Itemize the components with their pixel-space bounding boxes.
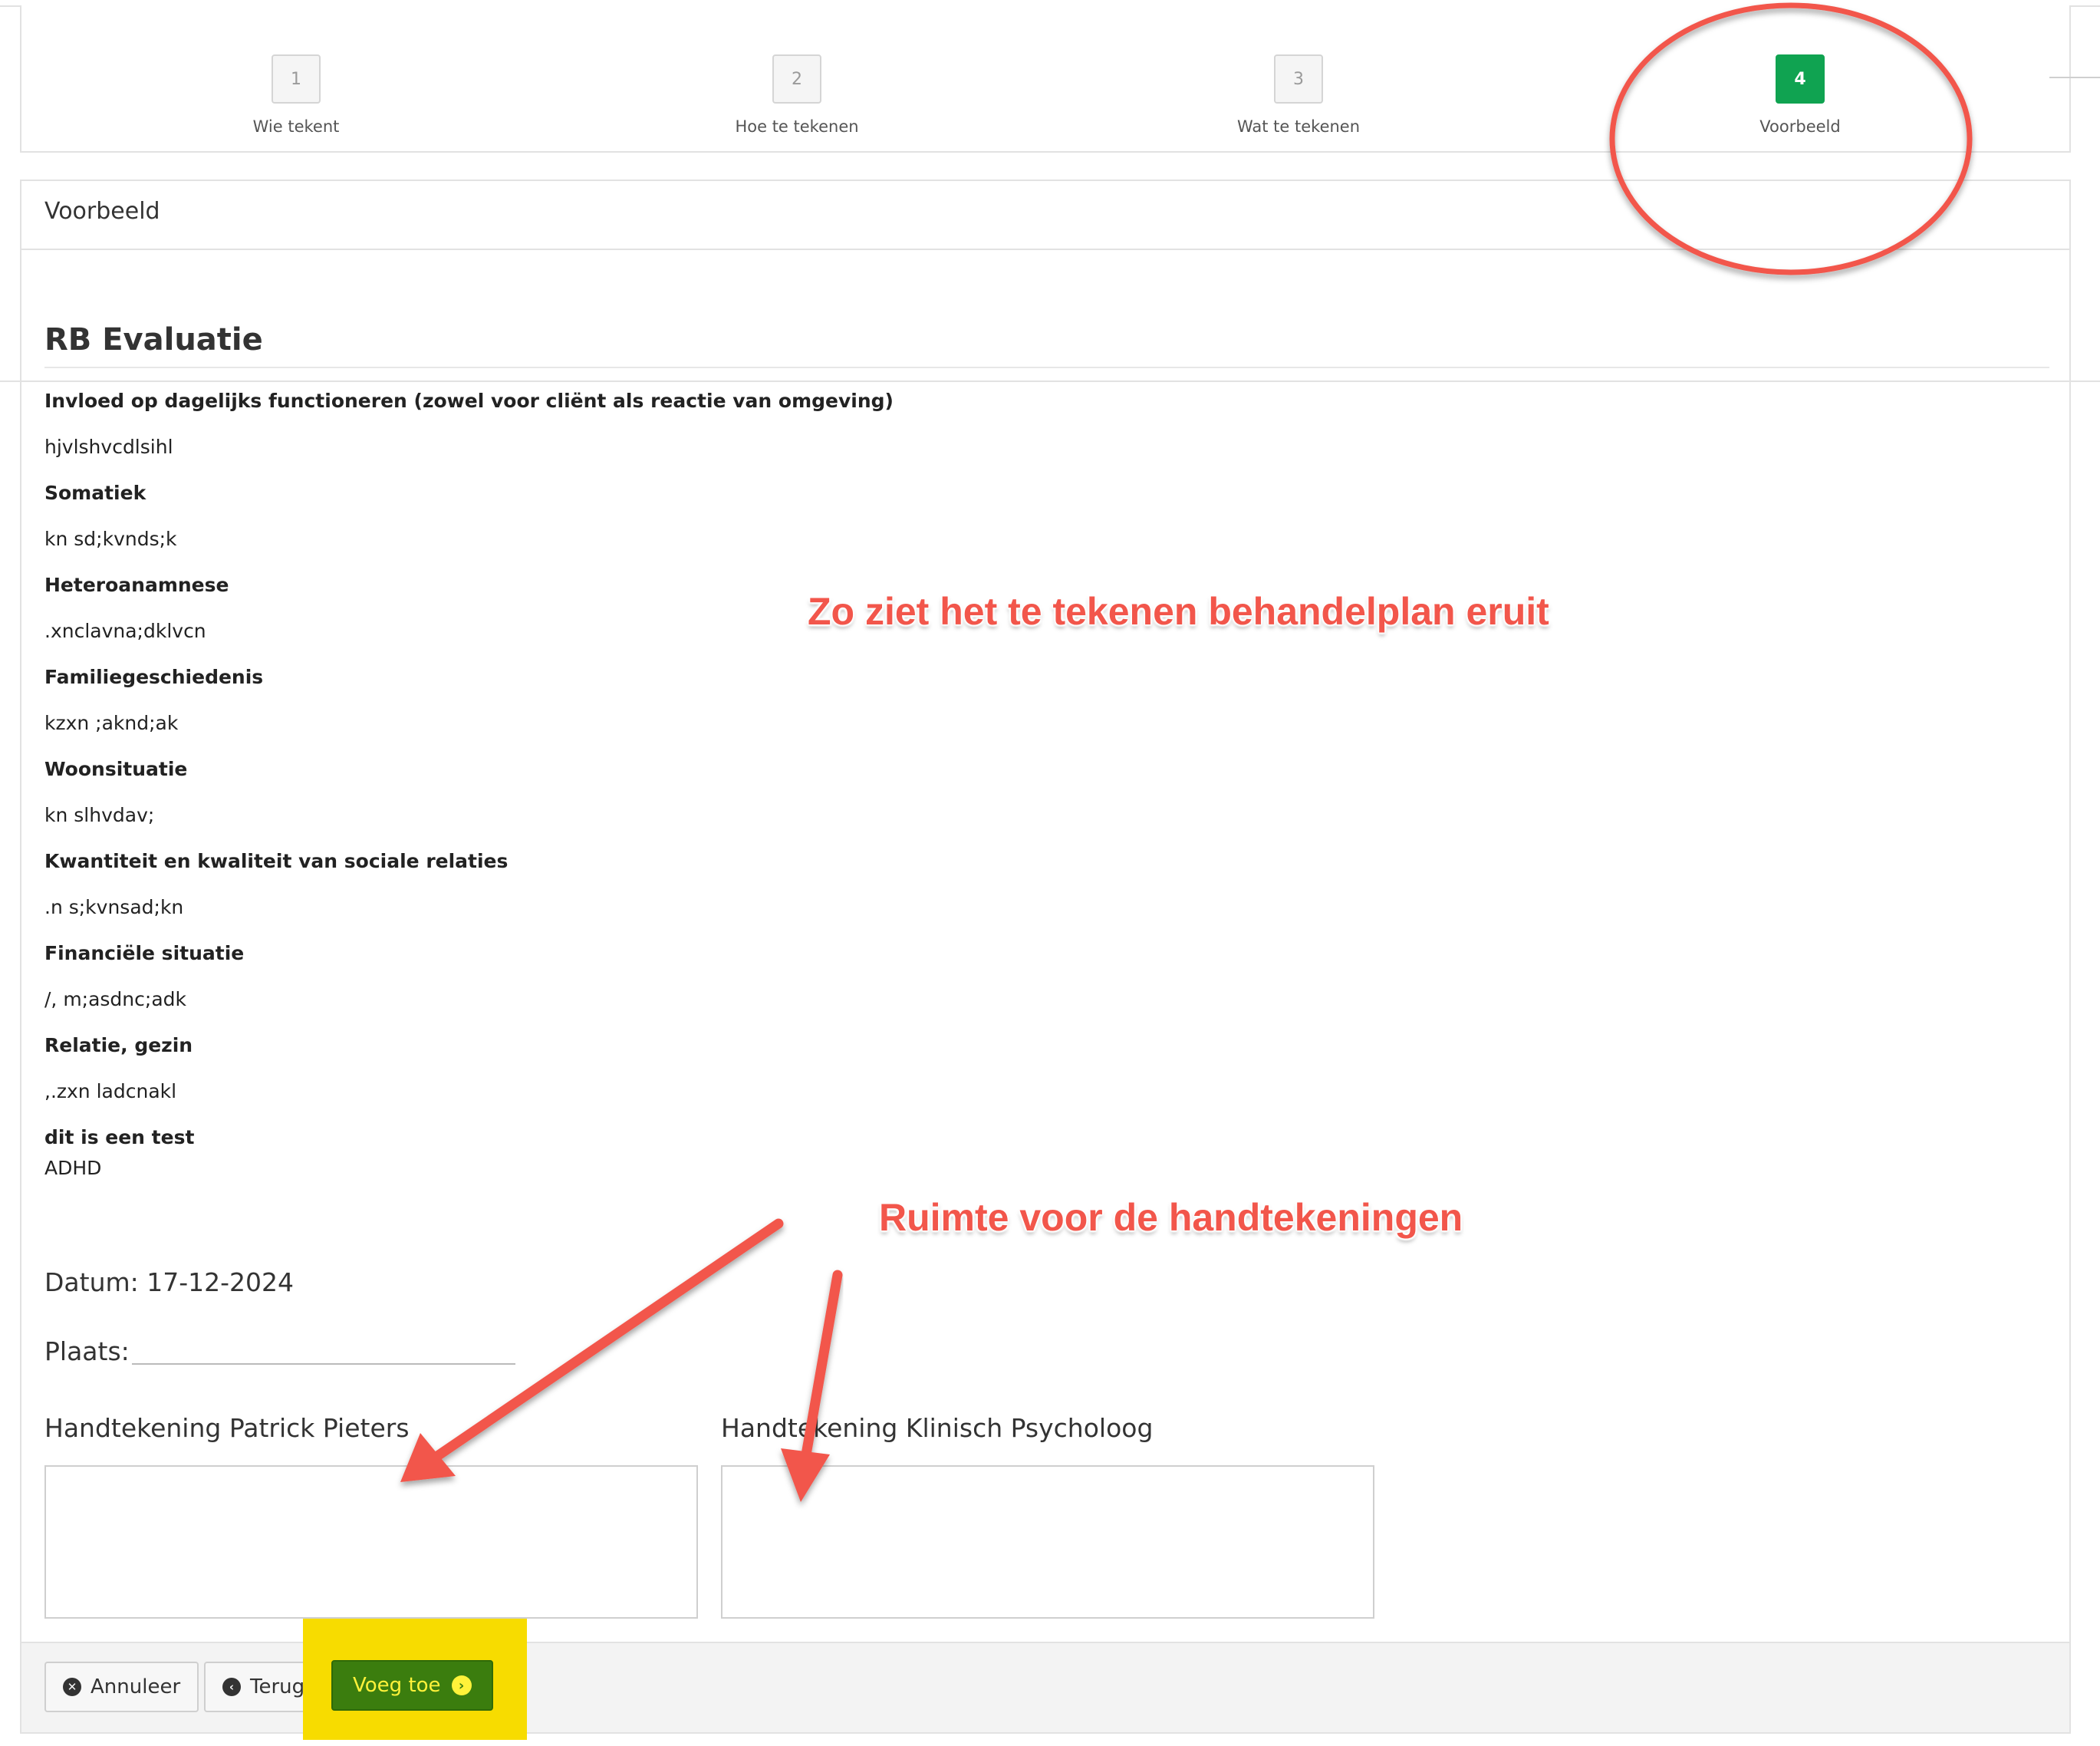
annotation-preview-note: Zo ziet het te tekenen behandelplan erui… (808, 590, 1549, 633)
circle-annotation (1609, 2, 1973, 275)
arrow-annotation-right (781, 1270, 843, 1502)
arrow-annotation-left (400, 1218, 784, 1482)
annotation-overlay (400, 2, 1973, 1502)
annotation-signature-note: Ruimte voor de handtekeningen (879, 1196, 1463, 1239)
